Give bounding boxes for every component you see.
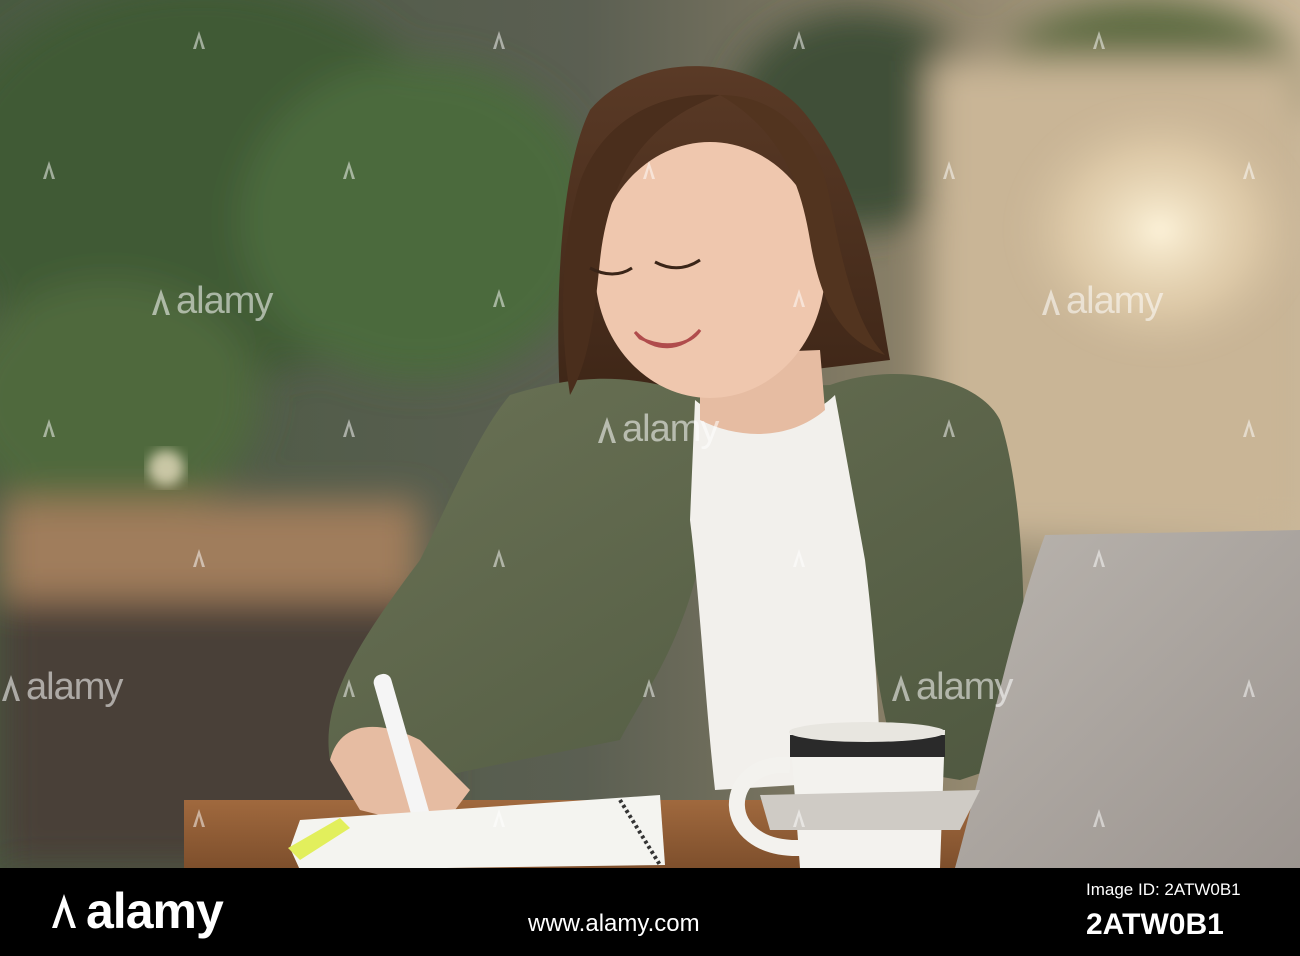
footer-bar: alamy www.alamy.com Image ID: 2ATW0B1 2A… [0,868,1300,956]
watermark-a-icon [342,418,356,438]
watermark-a-icon [42,418,56,438]
watermark-a-icon [792,30,806,50]
watermark-a-icon [192,548,206,568]
site-url[interactable]: www.alamy.com [528,910,700,938]
alamy-logo[interactable]: alamy [50,882,224,940]
watermark: alamy [596,408,719,451]
watermark-a-icon [942,160,956,180]
watermark-a-icon [792,808,806,828]
watermark-a-icon [1092,30,1106,50]
watermark-a-icon [492,548,506,568]
alamy-a-icon [1040,287,1062,317]
watermark-a-icon [342,160,356,180]
image-id-label: Image ID: 2ATW0B1 [1086,880,1241,899]
watermark: alamy [150,280,273,323]
watermark: alamy [890,666,1013,709]
watermark-a-icon [492,808,506,828]
alamy-a-icon [596,415,618,445]
watermark-a-icon [1242,678,1256,698]
alamy-a-icon [150,287,172,317]
watermark-a-icon [342,678,356,698]
watermark-a-icon [492,288,506,308]
watermark-a-icon [942,418,956,438]
alamy-a-icon [50,892,78,930]
alamy-a-icon [890,673,912,703]
watermark-a-icon [642,160,656,180]
watermark-a-icon [192,30,206,50]
watermark-a-icon [1242,418,1256,438]
logo-text: alamy [86,883,224,939]
watermark: alamy [1040,280,1163,323]
watermark: alamy [0,666,123,709]
watermark-a-icon [1092,548,1106,568]
watermark-a-icon [792,288,806,308]
image-id: 2ATW0B1 [1086,908,1224,941]
watermark-a-icon [492,30,506,50]
watermark-a-icon [192,808,206,828]
watermark-a-icon [792,548,806,568]
alamy-a-icon [0,673,22,703]
watermark-a-icon [42,160,56,180]
watermark-a-icon [642,678,656,698]
stock-photo: alamy alamy alamy alamy alamy [0,0,1300,868]
watermark-a-icon [1092,808,1106,828]
watermark-a-icon [1242,160,1256,180]
